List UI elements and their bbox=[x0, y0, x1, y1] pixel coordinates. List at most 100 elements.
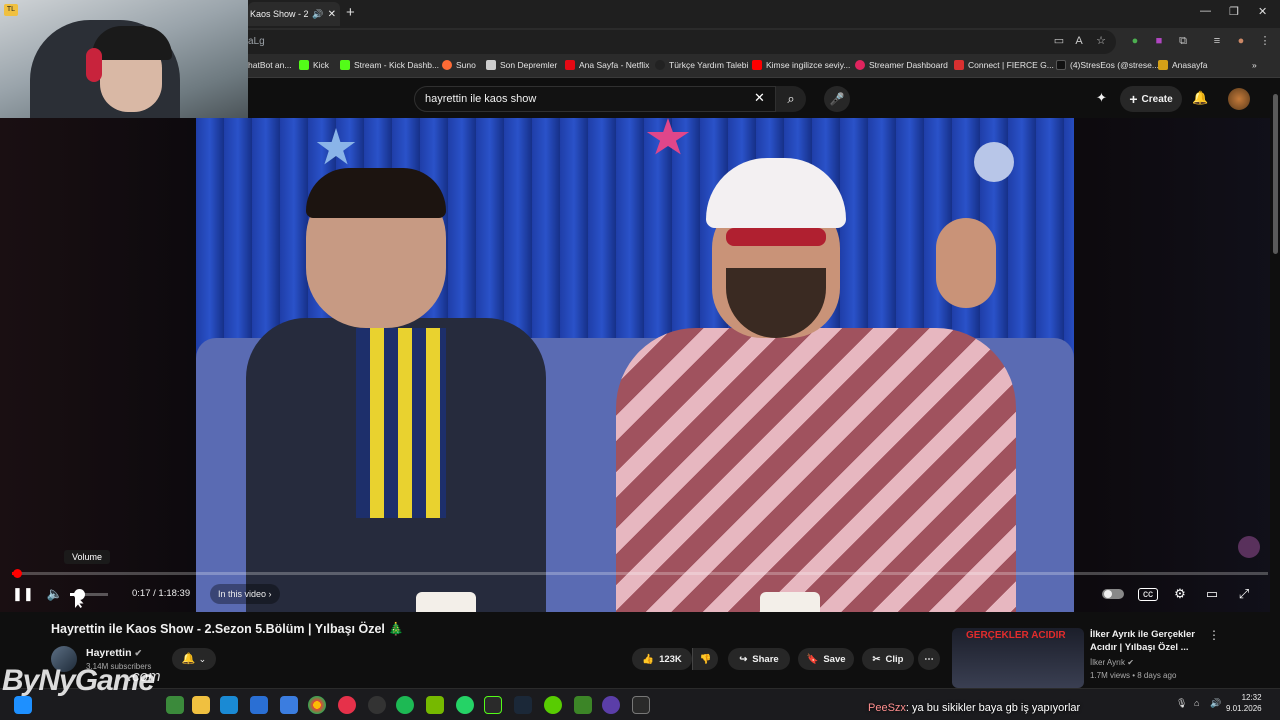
speaker-icon[interactable]: 🔊 bbox=[312, 9, 323, 20]
mute-button[interactable]: 🔈 bbox=[46, 585, 64, 603]
notifications-bell-icon[interactable]: 🔔 bbox=[1192, 90, 1208, 106]
bookmark-label: Streamer Dashboard bbox=[869, 60, 948, 70]
windows-start-icon[interactable] bbox=[14, 696, 32, 714]
clear-search-icon[interactable]: ✕ bbox=[754, 90, 765, 106]
extensions-puzzle-icon[interactable]: ⧉ bbox=[1176, 34, 1190, 48]
related-video-channel[interactable]: İlker Ayrık ✔ bbox=[1090, 658, 1134, 667]
more-actions-button[interactable]: ⋯ bbox=[918, 648, 940, 670]
translate-icon[interactable]: A bbox=[1072, 34, 1086, 48]
bookmark-item[interactable]: Son Depremler bbox=[486, 60, 557, 70]
related-video-menu-icon[interactable]: ⋮ bbox=[1208, 628, 1220, 642]
bookmark-item[interactable]: Connect | FIERCE G... bbox=[954, 60, 1054, 70]
related-video-title[interactable]: İlker Ayrık ile Gerçekler Acıdır | Yılba… bbox=[1090, 628, 1200, 654]
file-explorer-icon[interactable] bbox=[192, 696, 210, 714]
bookmark-item[interactable]: Stream - Kick Dashb... bbox=[340, 60, 439, 70]
related-video-meta: 1.7M views • 8 days ago bbox=[1090, 671, 1177, 680]
captions-button[interactable]: cc bbox=[1138, 588, 1158, 601]
save-button[interactable]: 🔖 Save bbox=[798, 648, 854, 670]
bookmark-item[interactable]: Türkçe Yardım Talebi bbox=[655, 60, 748, 70]
app-icon[interactable] bbox=[166, 696, 184, 714]
reading-list-icon[interactable]: ≡ bbox=[1210, 34, 1224, 48]
progress-bar[interactable] bbox=[12, 572, 1268, 575]
edge-icon[interactable] bbox=[220, 696, 238, 714]
network-icon[interactable]: ⌂ bbox=[1194, 698, 1199, 708]
pause-button[interactable]: ❚❚ bbox=[12, 585, 34, 603]
bookmark-item[interactable]: Suno bbox=[442, 60, 476, 70]
bookmark-label: Kimse ingilizce seviy... bbox=[766, 60, 851, 70]
app-icon[interactable] bbox=[280, 696, 298, 714]
bookmarks-overflow-icon[interactable]: » bbox=[1252, 60, 1257, 70]
address-bar[interactable]: aLg bbox=[236, 30, 1116, 54]
subscription-bell-button[interactable]: 🔔 ⌄ bbox=[172, 648, 216, 670]
bookmark-item[interactable]: Streamer Dashboard bbox=[855, 60, 948, 70]
account-avatar[interactable] bbox=[1228, 88, 1250, 110]
duolingo-icon[interactable] bbox=[544, 696, 562, 714]
dislike-button[interactable]: 👎 bbox=[692, 648, 718, 670]
video-title: Hayrettin ile Kaos Show - 2.Sezon 5.Bölü… bbox=[51, 622, 404, 636]
channel-watermark-icon[interactable] bbox=[1238, 536, 1260, 558]
profile-avatar-icon[interactable]: ● bbox=[1234, 34, 1248, 48]
progress-scrubber[interactable] bbox=[12, 569, 22, 578]
video-player[interactable] bbox=[0, 118, 1280, 612]
clip-label: Clip bbox=[885, 653, 904, 665]
bell-icon: 🔔 bbox=[181, 653, 196, 665]
spotify-icon[interactable] bbox=[396, 696, 414, 714]
search-button[interactable]: ⌕ bbox=[776, 86, 806, 112]
chevron-right-icon: › bbox=[268, 589, 272, 599]
chrome-icon[interactable] bbox=[308, 696, 326, 714]
microphone-icon: 🎤 bbox=[829, 92, 845, 106]
maximize-button[interactable]: ❐ bbox=[1229, 5, 1239, 18]
clip-button[interactable]: ✂ Clip bbox=[862, 648, 914, 670]
minecraft-icon[interactable] bbox=[574, 696, 592, 714]
bookmark-item[interactable]: Ana Sayfa - Netflix bbox=[565, 60, 649, 70]
minimize-button[interactable]: — bbox=[1200, 5, 1211, 17]
cast-icon[interactable]: ▭ bbox=[1052, 34, 1066, 48]
bookmark-item[interactable]: Anasayfa bbox=[1158, 60, 1207, 70]
speaker-tray-icon[interactable]: 🔊 bbox=[1210, 698, 1221, 709]
share-button[interactable]: ↪ Share bbox=[728, 648, 790, 670]
extension-icon[interactable]: ● bbox=[1128, 34, 1142, 48]
video-frame[interactable] bbox=[196, 118, 1074, 612]
menu-kebab-icon[interactable]: ⋮ bbox=[1258, 34, 1272, 48]
thumbnail-text: GERÇEKLER ACIDIR bbox=[966, 630, 1066, 641]
voice-search-button[interactable]: 🎤 bbox=[824, 86, 850, 112]
tab-close-icon[interactable]: ✕ bbox=[328, 9, 336, 20]
obs-icon[interactable] bbox=[368, 696, 386, 714]
fierce-icon bbox=[954, 60, 964, 70]
settings-button[interactable]: ⚙ bbox=[1170, 585, 1190, 603]
new-tab-button[interactable]: + bbox=[346, 4, 355, 21]
store-icon[interactable] bbox=[250, 696, 268, 714]
kick-icon bbox=[299, 60, 309, 70]
system-clock[interactable]: 12:32 9.01.2026 bbox=[1226, 692, 1262, 714]
epic-games-icon[interactable] bbox=[632, 696, 650, 714]
app-icon[interactable] bbox=[484, 696, 502, 714]
chapters-button[interactable]: In this video › bbox=[210, 584, 280, 604]
host-person bbox=[616, 158, 1036, 612]
like-button[interactable]: 👍 123K bbox=[632, 648, 692, 670]
fullscreen-button[interactable]: ⤢ bbox=[1234, 585, 1254, 603]
bookmark-item[interactable]: Kick bbox=[299, 60, 329, 70]
bookmark-item[interactable]: hatBot an... bbox=[248, 60, 291, 70]
related-video-thumbnail[interactable]: GERÇEKLER ACIDIR bbox=[952, 628, 1084, 688]
bookmark-label: hatBot an... bbox=[248, 60, 292, 70]
bookmark-item[interactable]: (4)StresEos (@strese... bbox=[1056, 60, 1159, 70]
search-input[interactable]: hayrettin ile kaos show bbox=[414, 86, 776, 112]
autoplay-toggle[interactable] bbox=[1102, 589, 1124, 599]
scrollbar-thumb[interactable] bbox=[1273, 94, 1278, 254]
app-icon[interactable] bbox=[602, 696, 620, 714]
bookmark-star-icon[interactable]: ☆ bbox=[1094, 34, 1108, 48]
cast-icon[interactable]: ✦ bbox=[1096, 90, 1107, 106]
theater-mode-button[interactable]: ▭ bbox=[1202, 585, 1222, 603]
extension-icon[interactable]: ■ bbox=[1152, 34, 1166, 48]
microphone-tray-icon[interactable]: 🎙 bbox=[1176, 698, 1187, 709]
youtube-icon bbox=[752, 60, 762, 70]
bookmark-item[interactable]: Kimse ingilizce seviy... bbox=[752, 60, 850, 70]
steam-icon[interactable] bbox=[514, 696, 532, 714]
browser-tab[interactable]: Kaos Show - 2 🔊 ✕ bbox=[248, 2, 340, 26]
opera-icon[interactable] bbox=[338, 696, 356, 714]
create-button[interactable]: + Create bbox=[1120, 86, 1182, 112]
close-window-button[interactable]: ✕ bbox=[1258, 5, 1267, 18]
nvidia-icon[interactable] bbox=[426, 696, 444, 714]
whatsapp-icon[interactable] bbox=[456, 696, 474, 714]
channel-name[interactable]: Hayrettin ✔ bbox=[86, 647, 142, 659]
